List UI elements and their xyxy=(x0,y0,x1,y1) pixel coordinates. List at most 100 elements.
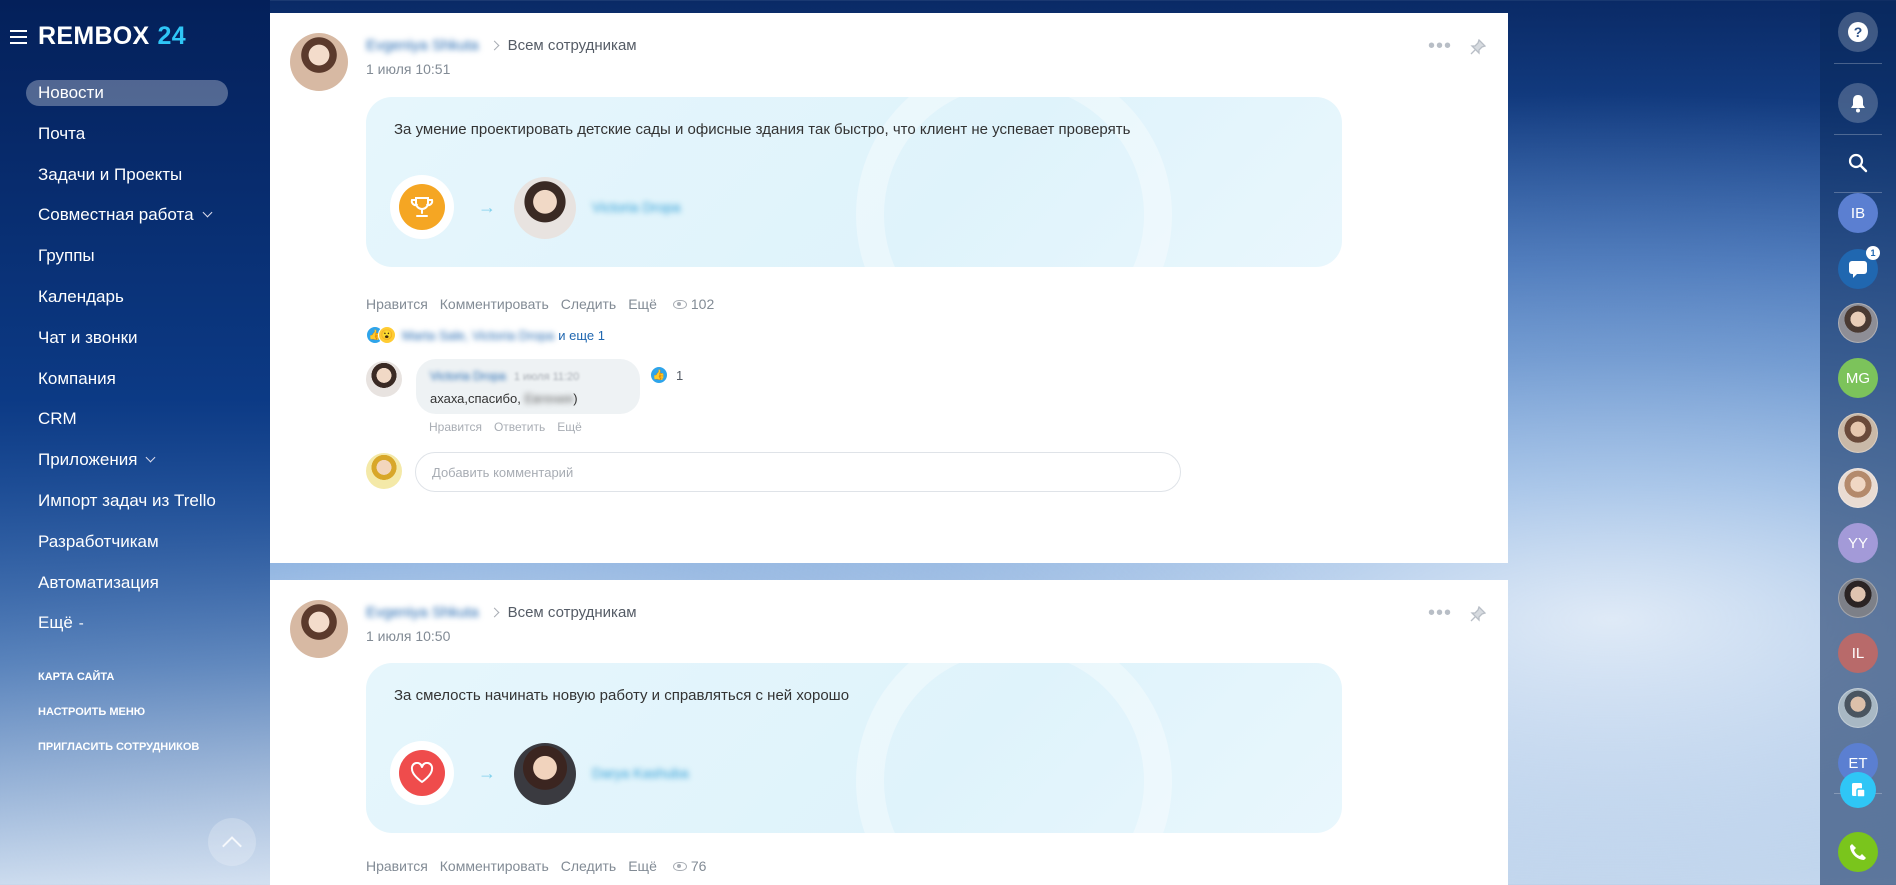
gratitude-text: За умение проектировать детские сады и о… xyxy=(394,121,1131,138)
recipient-name[interactable]: Victoria Dropa xyxy=(592,199,680,215)
logo-row: REMBOX 24 xyxy=(10,22,186,51)
chat-counter: 1 xyxy=(1866,246,1880,260)
more-button[interactable]: Ещё xyxy=(628,296,657,312)
contact-initials: IB xyxy=(1850,204,1866,222)
sidebar-item-more[interactable]: Ещё - xyxy=(26,610,228,636)
follow-button[interactable]: Следить xyxy=(561,858,616,874)
sidebar-item-label: Группы xyxy=(38,246,95,266)
post-actions: Нравится Комментировать Следить Ещё 76 xyxy=(366,858,706,874)
sidebar-item-mail[interactable]: Почта xyxy=(26,121,228,147)
recipient-name[interactable]: Darya Kashuba xyxy=(592,765,689,781)
author-avatar[interactable] xyxy=(290,33,348,91)
comment-button[interactable]: Комментировать xyxy=(440,858,549,874)
sidebar-item-collaboration[interactable]: Совместная работа xyxy=(26,202,228,228)
post-tools: ••• xyxy=(1428,602,1486,625)
sidebar-item-label: CRM xyxy=(38,409,77,429)
arrow-right-icon: → xyxy=(478,763,496,783)
help-icon[interactable]: ? xyxy=(1838,12,1878,52)
more-reactions-link[interactable]: и еще 1 xyxy=(558,328,605,343)
views-counter[interactable]: 102 xyxy=(672,296,714,312)
contact-avatar[interactable]: MG xyxy=(1838,358,1878,398)
sidebar-item-label: Почта xyxy=(38,123,86,143)
post-date[interactable]: 1 июля 10:50 xyxy=(366,628,450,644)
recipient-avatar[interactable] xyxy=(514,743,576,805)
comment-text-suffix: ) xyxy=(573,391,578,406)
logo-name: REMBOX xyxy=(38,22,150,50)
menu-burger-icon[interactable] xyxy=(10,29,27,44)
configure-menu-link[interactable]: НАСТРОИТЬ МЕНЮ xyxy=(38,706,199,741)
more-button[interactable]: Ещё xyxy=(628,858,657,874)
trophy-icon xyxy=(399,184,445,230)
emoji-wow-icon[interactable]: 😮 xyxy=(378,326,396,344)
feed-post: Evgeniya Shkuta Всем сотрудникам 1 июля … xyxy=(270,13,1508,563)
sidebar-item-chat[interactable]: Чат и звонки xyxy=(26,325,228,351)
phone-call-icon[interactable] xyxy=(1838,832,1878,872)
contact-initials: MG xyxy=(1845,369,1871,387)
contact-avatar[interactable] xyxy=(1838,578,1878,618)
comment-likes[interactable]: 👍 1 xyxy=(650,366,683,384)
contact-avatar[interactable] xyxy=(1838,688,1878,728)
contact-avatar[interactable]: IB xyxy=(1838,193,1878,233)
add-comment-input[interactable] xyxy=(415,452,1181,492)
like-button[interactable]: Нравится xyxy=(366,296,428,312)
documents-icon[interactable] xyxy=(1840,772,1876,808)
contact-avatar[interactable] xyxy=(1838,303,1878,343)
contact-initials: ET xyxy=(1848,754,1868,772)
sidebar-item-company[interactable]: Компания xyxy=(26,366,228,392)
recipient-avatar[interactable] xyxy=(514,177,576,239)
post-author[interactable]: Evgeniya Shkuta xyxy=(366,604,479,621)
comment-author-avatar[interactable] xyxy=(366,361,402,397)
scroll-up-button[interactable] xyxy=(208,818,256,866)
comment-bubble: Victoria Dropa 1 июля 11:20 ахаха,спасибо… xyxy=(416,359,640,414)
right-panel: ? IB 1 MG YY IL ET xyxy=(1820,0,1896,885)
comment-mention[interactable]: Евгения xyxy=(524,391,573,406)
sidebar-item-groups[interactable]: Группы xyxy=(26,243,228,269)
sidebar-item-tasks[interactable]: Задачи и Проекты xyxy=(26,162,228,188)
separator xyxy=(1834,134,1882,135)
comment-author[interactable]: Victoria Dropa xyxy=(430,369,506,383)
sidebar-item-news[interactable]: Новости xyxy=(26,80,228,106)
invite-employees-link[interactable]: ПРИГЛАСИТЬ СОТРУДНИКОВ xyxy=(38,741,199,776)
post-date[interactable]: 1 июля 10:51 xyxy=(366,61,450,77)
follow-button[interactable]: Следить xyxy=(561,296,616,312)
post-audience[interactable]: Всем сотрудникам xyxy=(508,604,637,621)
contact-avatar[interactable]: IL xyxy=(1838,633,1878,673)
contact-initials: IL xyxy=(1851,644,1865,662)
logo[interactable]: REMBOX 24 xyxy=(38,22,186,51)
comment-more-button[interactable]: Ещё xyxy=(557,420,582,434)
bell-icon[interactable] xyxy=(1838,83,1878,123)
sitemap-link[interactable]: КАРТА САЙТА xyxy=(38,671,199,706)
contact-avatar[interactable]: YY xyxy=(1838,523,1878,563)
author-avatar[interactable] xyxy=(290,600,348,658)
sidebar-item-label: Календарь xyxy=(38,286,124,306)
sidebar-item-crm[interactable]: CRM xyxy=(26,406,228,432)
eye-icon xyxy=(672,861,687,871)
views-count: 76 xyxy=(690,858,707,874)
comment-like-count: 1 xyxy=(676,367,684,383)
contact-avatar[interactable] xyxy=(1838,468,1878,508)
reacted-users[interactable]: Marta Sale, Victoria Dropa xyxy=(402,328,554,343)
chat-icon[interactable]: 1 xyxy=(1838,246,1880,289)
pin-icon[interactable] xyxy=(1470,605,1486,622)
comment-like-button[interactable]: Нравится xyxy=(429,420,482,434)
sidebar-item-calendar[interactable]: Календарь xyxy=(26,284,228,310)
gratitude-badge xyxy=(390,741,454,805)
views-counter[interactable]: 76 xyxy=(672,858,707,874)
more-options-icon[interactable]: ••• xyxy=(1428,35,1452,58)
pin-icon[interactable] xyxy=(1470,38,1486,55)
search-icon[interactable] xyxy=(1838,143,1878,183)
sidebar-item-automation[interactable]: Автоматизация xyxy=(26,570,228,596)
comment-button[interactable]: Комментировать xyxy=(440,296,549,312)
sidebar-item-trello-import[interactable]: Импорт задач из Trello xyxy=(26,488,228,514)
sidebar-item-developers[interactable]: Разработчикам xyxy=(26,529,228,555)
comment-reply-button[interactable]: Ответить xyxy=(494,420,545,434)
post-author[interactable]: Evgeniya Shkuta xyxy=(366,37,479,54)
gratitude-card: За смелость начинать новую работу и спра… xyxy=(366,663,1342,833)
sidebar-item-apps[interactable]: Приложения xyxy=(26,447,228,473)
like-button[interactable]: Нравится xyxy=(366,858,428,874)
contact-avatar[interactable] xyxy=(1838,413,1878,453)
eye-icon xyxy=(672,299,687,309)
post-audience[interactable]: Всем сотрудникам xyxy=(508,37,637,54)
more-options-icon[interactable]: ••• xyxy=(1428,602,1452,625)
logo-number: 24 xyxy=(157,22,186,50)
